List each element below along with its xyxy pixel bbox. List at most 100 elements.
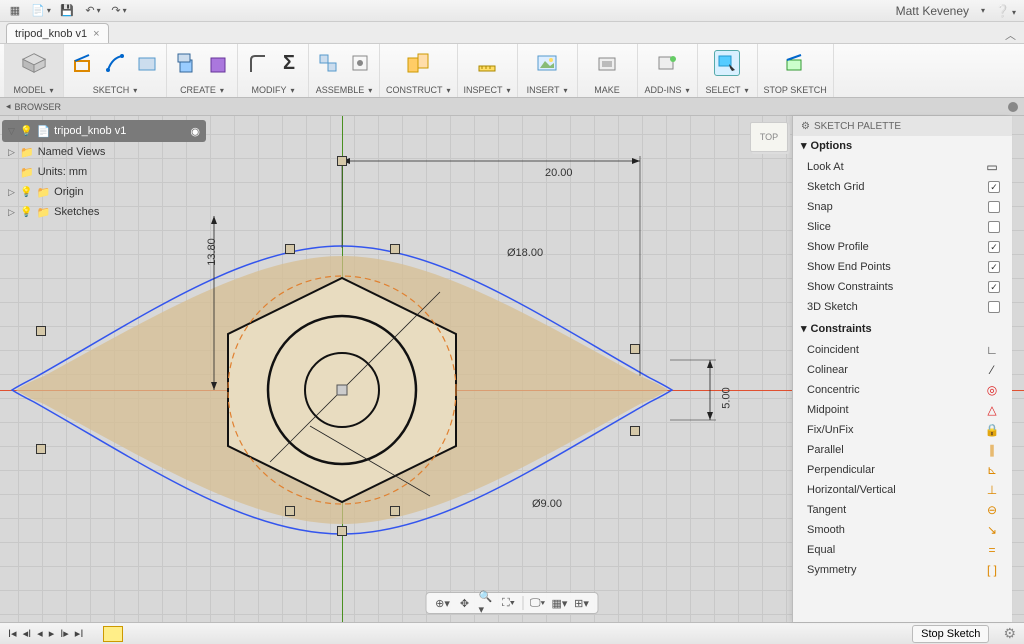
palette-option-slice[interactable]: Slice [793, 217, 1012, 237]
extrude-icon[interactable] [173, 50, 199, 76]
collapse-ribbon-icon[interactable]: ︿ [1005, 27, 1016, 43]
lookat-icon[interactable]: ▭ [984, 160, 1000, 174]
constraint-colinear[interactable]: Colinear⁄ [793, 360, 1012, 380]
dim-height[interactable]: 13.80 [206, 238, 218, 266]
timeline-end-icon[interactable]: ▸I [75, 627, 84, 640]
joint-icon[interactable] [347, 50, 373, 76]
ribbon-model[interactable]: MODEL▾ [4, 44, 64, 97]
dim-tip[interactable]: 5.00 [721, 387, 733, 408]
constraint-fix-unfix[interactable]: Fix/UnFix🔒 [793, 420, 1012, 440]
redo-icon[interactable]: ↷▾ [112, 4, 126, 18]
timeline-fwd-icon[interactable]: ▸ [49, 627, 55, 640]
spline-handle[interactable] [390, 244, 400, 254]
ribbon-inspect[interactable]: INSPECT▾ [458, 44, 518, 97]
new-file-icon[interactable]: 📄▾ [34, 4, 48, 18]
constraint-equal[interactable]: Equal= [793, 540, 1012, 560]
spline-handle[interactable] [337, 156, 347, 166]
select-cursor-icon[interactable] [714, 50, 740, 76]
checkbox[interactable]: ✓ [988, 181, 1000, 193]
insert-image-icon[interactable] [534, 50, 560, 76]
tree-item-named-views[interactable]: ▷📁Named Views [2, 142, 206, 162]
constraint-tangent[interactable]: Tangent⊖ [793, 500, 1012, 520]
fit-icon[interactable]: ⛶▾ [501, 595, 517, 611]
grid-display-icon[interactable]: ▦▾ [552, 595, 568, 611]
timeline-next-icon[interactable]: I▸ [60, 627, 69, 640]
user-name[interactable]: Matt Keveney [896, 4, 969, 18]
display-icon[interactable]: 🖵▾ [530, 595, 546, 611]
browser-pin-icon[interactable] [1008, 102, 1018, 112]
stop-sketch-icon[interactable] [782, 50, 808, 76]
spline-handle[interactable] [390, 506, 400, 516]
palette-options-heading[interactable]: ▾Options [793, 136, 1012, 155]
spline-handle[interactable] [630, 426, 640, 436]
sketch-line-icon[interactable] [102, 50, 128, 76]
close-tab-icon[interactable]: × [93, 28, 99, 40]
help-icon[interactable]: ❔▾ [995, 4, 1016, 18]
ribbon-sketch[interactable]: SKETCH▾ [64, 44, 167, 97]
dim-outer-dia[interactable]: Ø18.00 [507, 247, 543, 259]
dim-inner-dia[interactable]: Ø9.00 [532, 498, 562, 510]
constraint-concentric[interactable]: Concentric◎ [793, 380, 1012, 400]
ribbon-assemble[interactable]: ASSEMBLE▾ [309, 44, 380, 97]
ribbon-modify[interactable]: Σ MODIFY▾ [238, 44, 309, 97]
checkbox[interactable]: ✓ [988, 261, 1000, 273]
assemble-icon[interactable] [315, 50, 341, 76]
undo-icon[interactable]: ↶▾ [86, 4, 100, 18]
constraint-perpendicular[interactable]: Perpendicular⊾ [793, 460, 1012, 480]
viewport-icon[interactable]: ⊞▾ [574, 595, 590, 611]
tree-item-sketches[interactable]: ▷💡📁Sketches [2, 202, 206, 222]
apps-grid-icon[interactable]: ▦ [8, 4, 22, 18]
constraint-symmetry[interactable]: Symmetry[ ] [793, 560, 1012, 580]
palette-constraints-heading[interactable]: ▾Constraints [793, 319, 1012, 338]
dim-width[interactable]: 20.00 [545, 167, 573, 179]
checkbox[interactable] [988, 201, 1000, 213]
document-tab[interactable]: tripod_knob v1 × [6, 23, 109, 43]
palette-option-look-at[interactable]: Look At▭ [793, 157, 1012, 177]
timeline-feature-sketch[interactable] [103, 626, 123, 642]
save-icon[interactable]: 💾 [60, 4, 74, 18]
constraint-horizontal-vertical[interactable]: Horizontal/Vertical⊥ [793, 480, 1012, 500]
orbit-icon[interactable]: ⊕▾ [435, 595, 451, 611]
timeline-prev-icon[interactable]: ◂I [23, 627, 32, 640]
ribbon-select[interactable]: SELECT▾ [698, 44, 758, 97]
checkbox[interactable] [988, 221, 1000, 233]
viewcube[interactable]: TOP [750, 122, 788, 152]
palette-option-show-profile[interactable]: Show Profile✓ [793, 237, 1012, 257]
constraint-parallel[interactable]: Parallel∥ [793, 440, 1012, 460]
gear-icon[interactable]: ⚙ [801, 121, 810, 132]
checkbox[interactable]: ✓ [988, 281, 1000, 293]
zoom-icon[interactable]: 🔍▾ [479, 595, 495, 611]
ribbon-construct[interactable]: CONSTRUCT▾ [380, 44, 458, 97]
make-icon[interactable] [594, 50, 620, 76]
ribbon-stop-sketch[interactable]: STOP SKETCH [758, 44, 834, 97]
box-icon[interactable] [205, 50, 231, 76]
palette-option-3d-sketch[interactable]: 3D Sketch [793, 297, 1012, 317]
tree-root[interactable]: ▽💡📄 tripod_knob v1 ◉ [2, 120, 206, 142]
checkbox[interactable] [988, 301, 1000, 313]
spline-handle[interactable] [36, 444, 46, 454]
constraint-smooth[interactable]: Smooth↘ [793, 520, 1012, 540]
pan-icon[interactable]: ✥ [457, 595, 473, 611]
constraint-coincident[interactable]: Coincident∟ [793, 340, 1012, 360]
spline-handle[interactable] [285, 244, 295, 254]
fillet-icon[interactable] [244, 50, 270, 76]
checkbox[interactable]: ✓ [988, 241, 1000, 253]
sketch-plane-icon[interactable] [134, 50, 160, 76]
ribbon-make[interactable]: MAKE [578, 44, 638, 97]
constraint-midpoint[interactable]: Midpoint△ [793, 400, 1012, 420]
tree-item-units[interactable]: 📁Units: mm [2, 162, 206, 182]
palette-option-show-end-points[interactable]: Show End Points✓ [793, 257, 1012, 277]
sigma-icon[interactable]: Σ [276, 50, 302, 76]
ribbon-addins[interactable]: ADD-INS▾ [638, 44, 698, 97]
timeline-start-icon[interactable]: I◂ [8, 627, 17, 640]
timeline-back-icon[interactable]: ◂ [37, 627, 43, 640]
settings-gear-icon[interactable]: ⚙ [1003, 625, 1016, 642]
spline-handle[interactable] [285, 506, 295, 516]
palette-option-show-constraints[interactable]: Show Constraints✓ [793, 277, 1012, 297]
sketch-rect-icon[interactable] [70, 50, 96, 76]
ribbon-create[interactable]: CREATE▾ [167, 44, 238, 97]
palette-option-snap[interactable]: Snap [793, 197, 1012, 217]
tree-item-origin[interactable]: ▷💡📁Origin [2, 182, 206, 202]
construct-icon[interactable] [405, 50, 431, 76]
measure-icon[interactable] [474, 50, 500, 76]
